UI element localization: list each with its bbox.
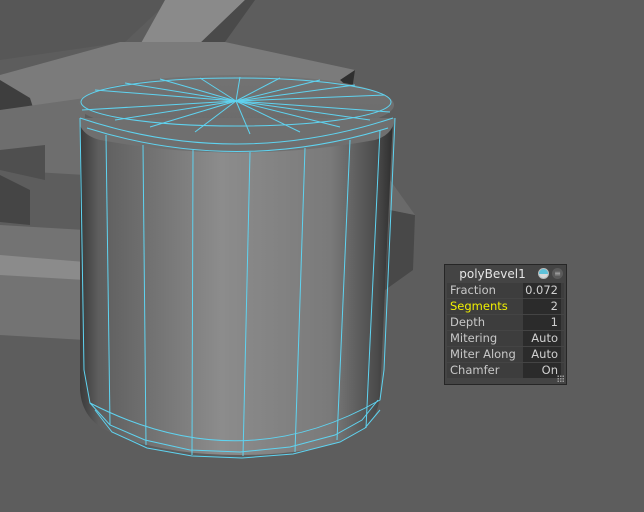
row-segments[interactable]: Segments 2	[447, 299, 564, 314]
miter-along-value[interactable]: Auto	[523, 347, 561, 362]
panel-title: polyBevel1	[459, 267, 526, 281]
mitering-label: Mitering	[450, 331, 498, 345]
poly-bevel-panel[interactable]: polyBevel1 ≡ Fraction 0.072 Segments 2 D…	[444, 264, 567, 385]
node-icon[interactable]	[538, 268, 549, 279]
cylinder-mesh[interactable]	[78, 75, 396, 459]
segments-value[interactable]: 2	[523, 299, 561, 314]
depth-label: Depth	[450, 315, 486, 329]
segments-label: Segments	[450, 299, 508, 313]
miter-along-label: Miter Along	[450, 347, 516, 361]
row-miter-along[interactable]: Miter Along Auto	[447, 347, 564, 362]
fraction-label: Fraction	[450, 283, 496, 297]
menu-icon[interactable]: ≡	[552, 268, 563, 279]
row-depth[interactable]: Depth 1	[447, 315, 564, 330]
chamfer-label: Chamfer	[450, 363, 500, 377]
mitering-value[interactable]: Auto	[523, 331, 561, 346]
row-chamfer[interactable]: Chamfer On	[447, 363, 564, 378]
row-fraction[interactable]: Fraction 0.072	[447, 283, 564, 298]
3d-viewport[interactable]	[0, 0, 644, 512]
fraction-value[interactable]: 0.072	[523, 283, 561, 298]
depth-value[interactable]: 1	[523, 315, 561, 330]
row-mitering[interactable]: Mitering Auto	[447, 331, 564, 346]
chamfer-value[interactable]: On	[523, 363, 561, 378]
resize-grip-icon[interactable]	[557, 375, 564, 382]
